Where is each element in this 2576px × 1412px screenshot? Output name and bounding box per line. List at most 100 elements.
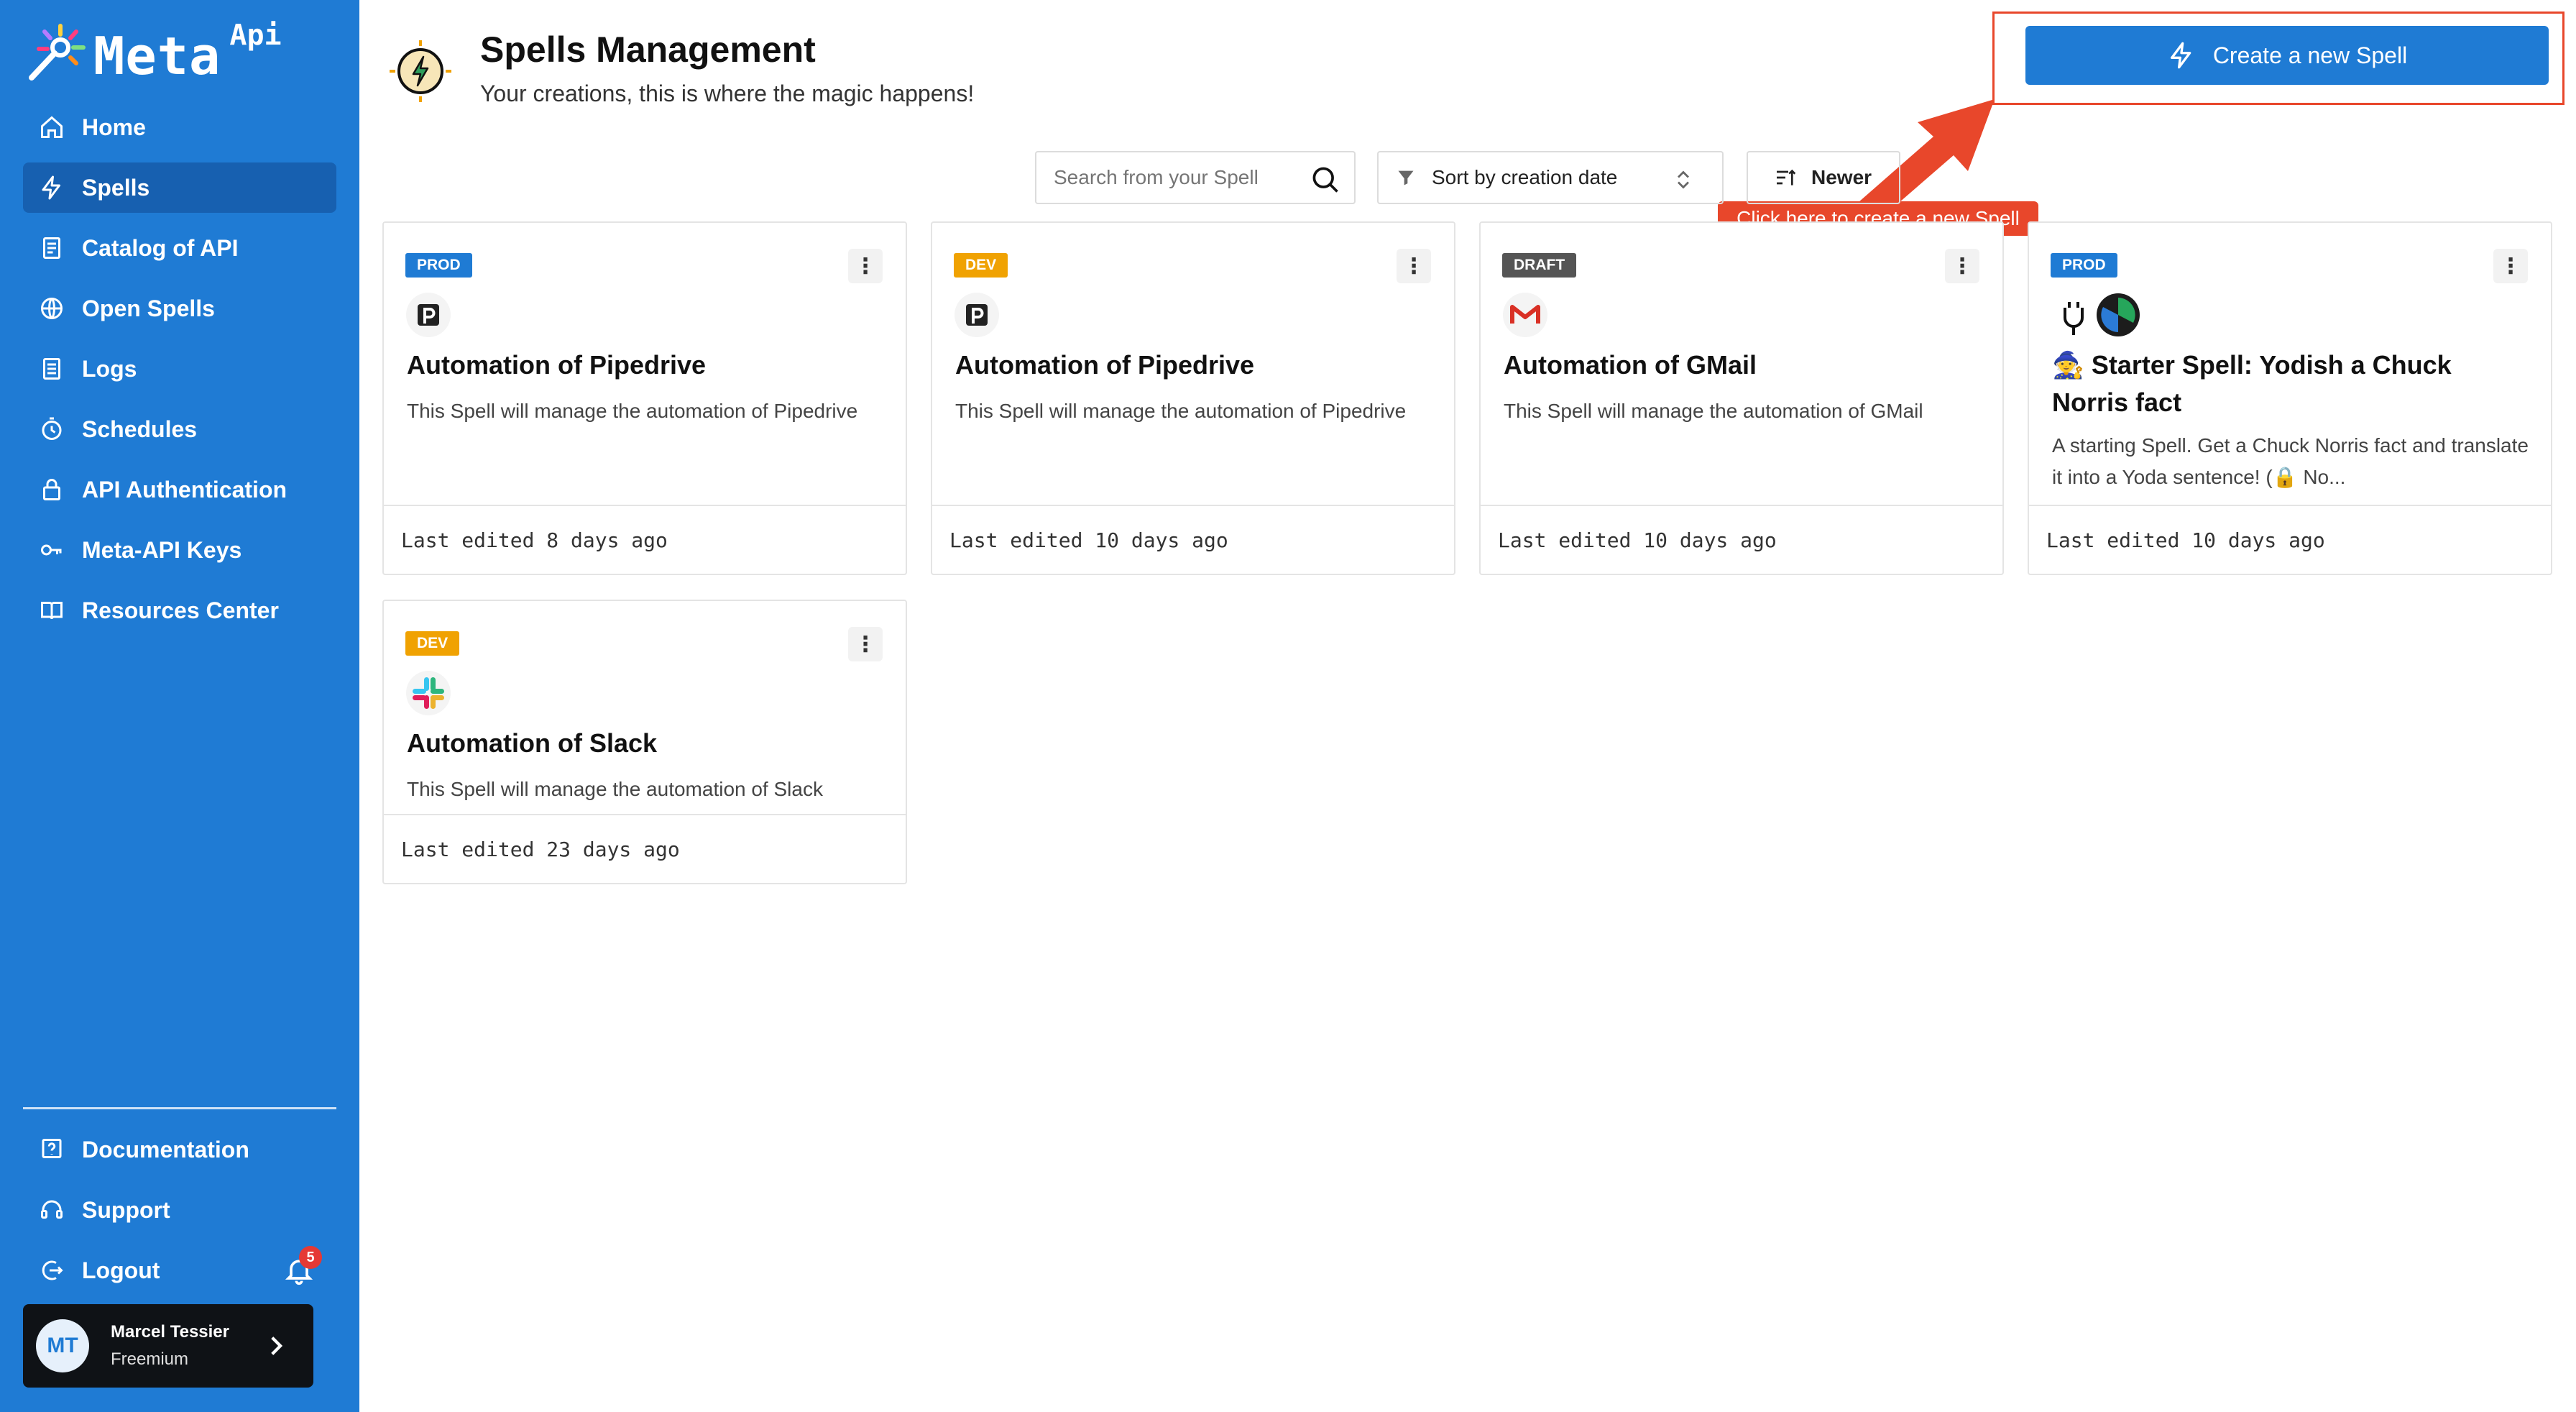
status-badge: DEV (405, 631, 460, 656)
spell-card[interactable]: PROD ⋮ 🧙 Starter Spell: Yodish a Chuck N… (2028, 221, 2552, 575)
user-name: Marcel Tessier (111, 1322, 229, 1342)
search-icon[interactable] (1310, 164, 1341, 196)
more-options-icon[interactable]: ⋮ (848, 249, 883, 283)
spell-card-title: Automation of Pipedrive (407, 350, 707, 380)
pipedrive-icon (405, 292, 451, 338)
user-profile-card[interactable]: MT Marcel Tessier Freemium (23, 1304, 313, 1388)
bolt-icon (37, 173, 66, 202)
spell-card-footer: Last edited 10 days ago (932, 505, 1454, 574)
spell-card-title: Automation of Pipedrive (955, 350, 1255, 380)
spell-card[interactable]: DEV ⋮ Automation of Slack This Spell wil… (382, 600, 907, 884)
sidebar-bottom-nav: Documentation Support Logout 5 (23, 1124, 336, 1306)
sidebar-item-schedules[interactable]: Schedules (23, 404, 336, 454)
search-box[interactable] (1035, 151, 1356, 204)
status-badge: PROD (2051, 253, 2117, 278)
spell-card-description: This Spell will manage the automation of… (955, 400, 1407, 422)
gmail-icon (1502, 292, 1548, 338)
sort-order-button[interactable]: Newer (1747, 151, 1900, 204)
sidebar-item-label: Support (82, 1196, 170, 1223)
sidebar-item-label: Spells (82, 174, 150, 201)
spell-card-footer: Last edited 8 days ago (384, 505, 906, 574)
more-options-icon[interactable]: ⋮ (2493, 249, 2528, 283)
app-logo[interactable]: Meta Api (23, 19, 282, 89)
chevron-right-icon (271, 1337, 283, 1355)
sidebar-item-api-authentication[interactable]: API Authentication (23, 464, 336, 515)
sort-order-label: Newer (1811, 166, 1872, 188)
sidebar-divider (23, 1107, 336, 1109)
logo-superscript: Api (229, 19, 282, 52)
sort-select[interactable]: Sort by creation date (1377, 151, 1724, 204)
spell-card-title: 🧙 Starter Spell: Yodish a Chuck Norris f… (2052, 350, 2452, 417)
spell-card[interactable]: DRAFT ⋮ Automation of GMail This Spell w… (1479, 221, 2004, 575)
pipedrive-icon (954, 292, 1000, 338)
chuck-norris-yoda-apps-icon (2051, 292, 2144, 338)
sidebar-item-label: API Authentication (82, 476, 288, 503)
avatar: MT (36, 1319, 89, 1372)
sidebar: Meta Api Home Spells Catalog of API Open… (0, 0, 359, 1412)
magic-wand-logo-icon (23, 20, 88, 85)
spell-card[interactable]: PROD ⋮ Automation of Pipedrive This Spel… (382, 221, 907, 575)
sidebar-item-label: Home (82, 114, 146, 140)
user-plan: Freemium (111, 1349, 189, 1369)
sidebar-nav: Home Spells Catalog of API Open Spells L… (23, 102, 336, 646)
status-badge: PROD (405, 253, 472, 278)
spell-card-description: A starting Spell. Get a Chuck Norris fac… (2052, 434, 2529, 488)
spell-card-footer: Last edited 10 days ago (2029, 505, 2551, 574)
spell-card-description: This Spell will manage the automation of… (1504, 400, 1923, 422)
more-options-icon[interactable]: ⋮ (1397, 249, 1431, 283)
sidebar-item-logs[interactable]: Logs (23, 344, 336, 394)
sidebar-item-home[interactable]: Home (23, 102, 336, 152)
spell-card-footer: Last edited 10 days ago (1481, 505, 2002, 574)
stopwatch-icon (37, 415, 66, 444)
sidebar-item-open-spells[interactable]: Open Spells (23, 283, 336, 334)
select-caret-icon (1678, 170, 1689, 189)
lock-icon (37, 475, 66, 504)
spell-bolt-emblem-icon (387, 37, 454, 105)
sort-select-value: Sort by creation date (1432, 166, 1618, 188)
sidebar-item-resources-center[interactable]: Resources Center (23, 585, 336, 636)
spell-card-title: Automation of GMail (1504, 350, 1757, 380)
globe-icon (37, 294, 66, 323)
sidebar-item-label: Resources Center (82, 597, 279, 623)
spell-card[interactable]: DEV ⋮ Automation of Pipedrive This Spell… (931, 221, 1455, 575)
sort-order-icon (1777, 169, 1796, 185)
sidebar-item-label: Logs (82, 355, 137, 382)
create-spell-label: Create a new Spell (2212, 42, 2408, 68)
create-spell-button[interactable]: Create a new Spell (2025, 26, 2549, 85)
headset-icon (37, 1196, 66, 1224)
sidebar-item-support[interactable]: Support (23, 1185, 336, 1235)
logo-text: Meta (93, 26, 221, 86)
notification-count-badge: 5 (299, 1246, 322, 1269)
more-options-icon[interactable]: ⋮ (1945, 249, 1979, 283)
filter-icon (1398, 170, 1414, 185)
sidebar-item-label: Catalog of API (82, 234, 239, 261)
sidebar-item-meta-api-keys[interactable]: Meta-API Keys (23, 525, 336, 575)
search-input[interactable] (1054, 166, 1298, 189)
sidebar-item-label: Documentation (82, 1136, 249, 1163)
logout-icon (37, 1256, 66, 1285)
catalog-icon (37, 234, 66, 262)
notification-bell-icon[interactable]: 5 (283, 1246, 322, 1286)
book-icon (37, 596, 66, 625)
slack-icon (405, 670, 451, 716)
document-icon (37, 354, 66, 383)
sidebar-item-label: Meta-API Keys (82, 536, 242, 563)
sidebar-item-label: Schedules (82, 416, 198, 442)
help-icon (37, 1135, 66, 1164)
status-badge: DRAFT (1502, 253, 1577, 278)
status-badge: DEV (954, 253, 1008, 278)
sidebar-item-spells[interactable]: Spells (23, 162, 336, 213)
key-icon (37, 536, 66, 564)
page-subtitle: Your creations, this is where the magic … (480, 81, 975, 106)
sidebar-item-documentation[interactable]: Documentation (23, 1124, 336, 1175)
sidebar-item-label: Open Spells (82, 295, 215, 321)
bolt-icon (2170, 42, 2191, 69)
sidebar-item-label: Logout (82, 1257, 160, 1283)
spell-card-description: This Spell will manage the automation of… (407, 400, 858, 422)
more-options-icon[interactable]: ⋮ (848, 627, 883, 661)
sidebar-item-catalog[interactable]: Catalog of API (23, 223, 336, 273)
spell-card-title: Automation of Slack (407, 728, 658, 758)
sidebar-item-logout[interactable]: Logout 5 (23, 1245, 336, 1296)
home-icon (37, 113, 66, 142)
spell-card-footer: Last edited 23 days ago (384, 814, 906, 883)
